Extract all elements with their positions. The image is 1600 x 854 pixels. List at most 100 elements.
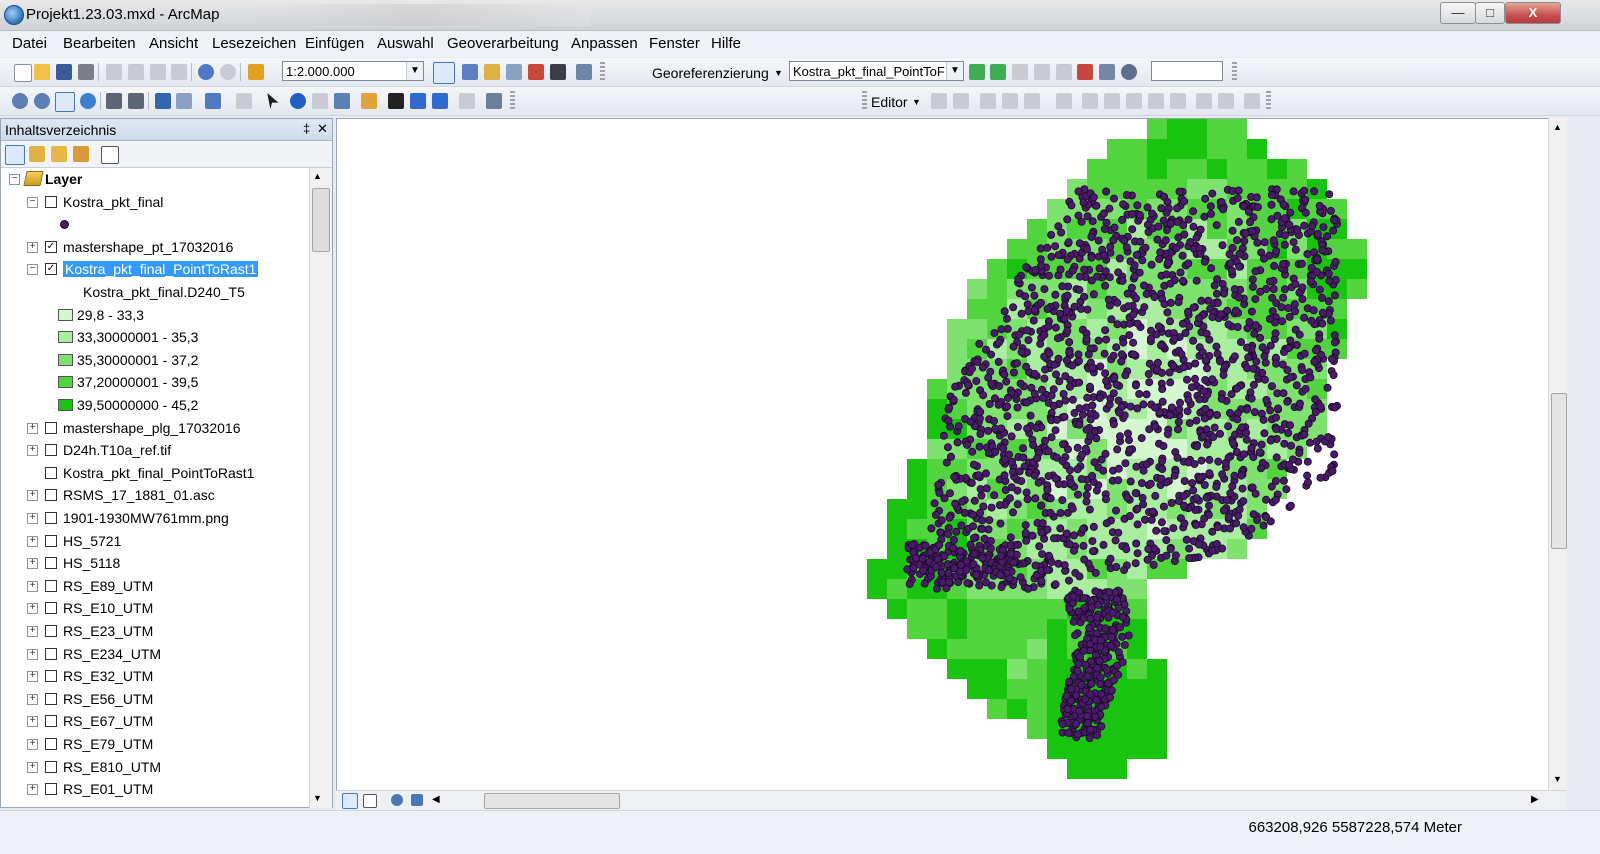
toc-layer-row[interactable]: + RS_E23_UTM — [1, 620, 309, 642]
map-vscroll-thumb[interactable] — [1551, 393, 1567, 549]
select-elements-arrow-icon[interactable] — [267, 93, 279, 109]
arctoolbox-icon[interactable] — [528, 64, 544, 80]
toc-layer-row[interactable]: + ✓ mastershape_pt_17032016 — [1, 236, 309, 258]
toc-layer-row[interactable]: + RSMS_17_1881_01.asc — [1, 484, 309, 506]
find-route-icon[interactable] — [410, 93, 426, 109]
georeferencing-label[interactable]: Georeferenzierung — [652, 65, 769, 81]
refresh-icon[interactable] — [391, 794, 403, 806]
hyperlink-icon[interactable] — [312, 93, 328, 109]
expand-icon[interactable]: + — [27, 535, 38, 547]
toc-layer-row[interactable]: + HS_5721 — [1, 530, 309, 552]
save-icon[interactable] — [56, 64, 72, 80]
pin-icon[interactable]: ‡ — [303, 121, 310, 136]
select-link-icon[interactable] — [1012, 64, 1028, 80]
layer-visibility-checkbox[interactable] — [45, 715, 57, 728]
toolbar-grip[interactable] — [862, 91, 867, 111]
python-window-icon[interactable] — [550, 64, 566, 80]
cut-polygons-icon[interactable] — [1126, 93, 1142, 109]
zoom-in-icon[interactable] — [12, 93, 28, 109]
forward-arrow-icon[interactable] — [176, 93, 192, 109]
layout-view-icon[interactable] — [363, 794, 377, 808]
expand-icon[interactable]: + — [27, 513, 38, 524]
time-slider-icon[interactable] — [459, 93, 475, 109]
menu-ansicht[interactable]: Ansicht — [149, 35, 198, 52]
scroll-right-icon[interactable]: ▶ — [1531, 794, 1539, 805]
layer-visibility-checkbox[interactable] — [45, 512, 57, 524]
toc-layer-row[interactable]: + RS_E234_UTM — [1, 643, 309, 665]
chevron-down-icon[interactable]: ▼ — [946, 62, 963, 80]
chevron-down-icon[interactable]: ▼ — [774, 68, 783, 78]
chevron-down-icon[interactable]: ▼ — [406, 62, 423, 80]
html-popup-icon[interactable] — [334, 93, 350, 109]
toc-layer-row[interactable]: +1901-1930MW761mm.png — [1, 507, 309, 529]
reshape-feature-icon[interactable] — [1104, 93, 1120, 109]
georeferencing-rotate-input[interactable] — [1151, 61, 1223, 81]
map-scale-combo[interactable]: 1:2.000.000 ▼ — [282, 61, 424, 81]
toc-class-row[interactable]: 35,30000001 - 37,2 — [1, 349, 309, 371]
list-by-drawing-order-icon[interactable] — [5, 145, 25, 165]
model-builder-icon[interactable] — [576, 64, 592, 80]
back-arrow-icon[interactable] — [155, 93, 171, 109]
layer-visibility-checkbox[interactable] — [45, 534, 57, 547]
clear-selection-icon[interactable] — [236, 93, 252, 109]
toc-layer-row[interactable]: + HS_5118 — [1, 552, 309, 574]
toc-scroll-thumb[interactable] — [312, 188, 330, 252]
close-icon[interactable]: ✕ — [317, 121, 328, 137]
toc-layer-row[interactable]: + RS_E810_UTM — [1, 756, 309, 778]
fixed-zoom-in-icon[interactable] — [106, 93, 122, 109]
layer-visibility-checkbox[interactable] — [45, 195, 57, 208]
delete-icon[interactable] — [171, 64, 187, 80]
table-window-icon[interactable] — [462, 64, 478, 80]
menu-bearbeiten[interactable]: Bearbeiten — [63, 35, 136, 52]
minimize-button[interactable]: — — [1440, 2, 1476, 24]
toc-symbol-row[interactable] — [1, 213, 309, 235]
menu-lesezeichen[interactable]: Lesezeichen — [212, 35, 296, 52]
expand-icon[interactable]: + — [27, 739, 38, 750]
layer-visibility-checkbox[interactable] — [45, 421, 57, 434]
new-document-icon[interactable] — [14, 64, 32, 82]
expand-icon[interactable]: + — [27, 648, 38, 660]
find-binoculars-icon[interactable] — [388, 93, 404, 109]
open-folder-icon[interactable] — [34, 64, 50, 80]
scroll-up-icon[interactable]: ▲ — [313, 171, 322, 181]
collapse-icon[interactable]: − — [27, 196, 38, 208]
toc-layer-row[interactable]: + mastershape_plg_17032016 — [1, 417, 309, 439]
layer-visibility-checkbox[interactable] — [45, 602, 57, 615]
attributes-icon[interactable] — [1196, 93, 1212, 109]
list-by-selection-icon[interactable] — [73, 146, 89, 162]
layer-visibility-checkbox[interactable] — [45, 647, 57, 660]
catalog-window-icon[interactable] — [484, 64, 500, 80]
map-view[interactable] — [336, 118, 1550, 792]
cut-icon[interactable] — [106, 64, 122, 80]
collapse-icon[interactable]: − — [27, 264, 38, 276]
toc-class-row[interactable]: 29,8 - 33,3 — [1, 304, 309, 326]
expand-icon[interactable]: + — [27, 693, 38, 705]
expand-icon[interactable]: + — [27, 580, 38, 592]
full-extent-globe-icon[interactable] — [80, 93, 96, 109]
fixed-zoom-out-icon[interactable] — [128, 93, 144, 109]
pause-drawing-icon[interactable] — [411, 794, 423, 806]
map-vertical-scrollbar[interactable]: ▲ ▼ — [1548, 118, 1567, 790]
rotate-icon[interactable] — [1121, 64, 1137, 80]
toolbar-grip[interactable] — [1266, 91, 1271, 111]
georeferencing-layer-combo[interactable]: Kostra_pkt_final_PointToF ▼ — [789, 61, 964, 81]
layer-visibility-checkbox[interactable]: ✓ — [45, 263, 57, 276]
toc-vertical-scrollbar[interactable]: ▲ ▼ — [309, 168, 332, 808]
select-features-icon[interactable] — [205, 93, 221, 109]
auto-registration-icon[interactable] — [990, 64, 1006, 80]
layer-visibility-checkbox[interactable] — [45, 783, 57, 796]
expand-icon[interactable]: + — [27, 490, 38, 502]
toc-layer-row[interactable]: + D24h.T10a_ref.tif — [1, 439, 309, 461]
editor-toolbar-toggle-icon[interactable] — [433, 62, 455, 84]
rotate-tool-icon[interactable] — [1170, 93, 1186, 109]
create-features-icon[interactable] — [1244, 93, 1260, 109]
expand-icon[interactable]: + — [27, 241, 38, 253]
undo-icon[interactable] — [198, 64, 214, 80]
toc-layer-row[interactable]: Kostra_pkt_final_PointToRast1 — [1, 462, 309, 484]
expand-icon[interactable]: + — [27, 716, 38, 728]
add-control-points-icon[interactable] — [969, 64, 985, 80]
layer-visibility-checkbox[interactable] — [45, 670, 57, 683]
toolbar-grip[interactable] — [1232, 62, 1237, 82]
toc-layer-row[interactable]: − ✓ Kostra_pkt_final_PointToRast1 — [1, 258, 309, 280]
maximize-button[interactable]: □ — [1475, 2, 1505, 24]
